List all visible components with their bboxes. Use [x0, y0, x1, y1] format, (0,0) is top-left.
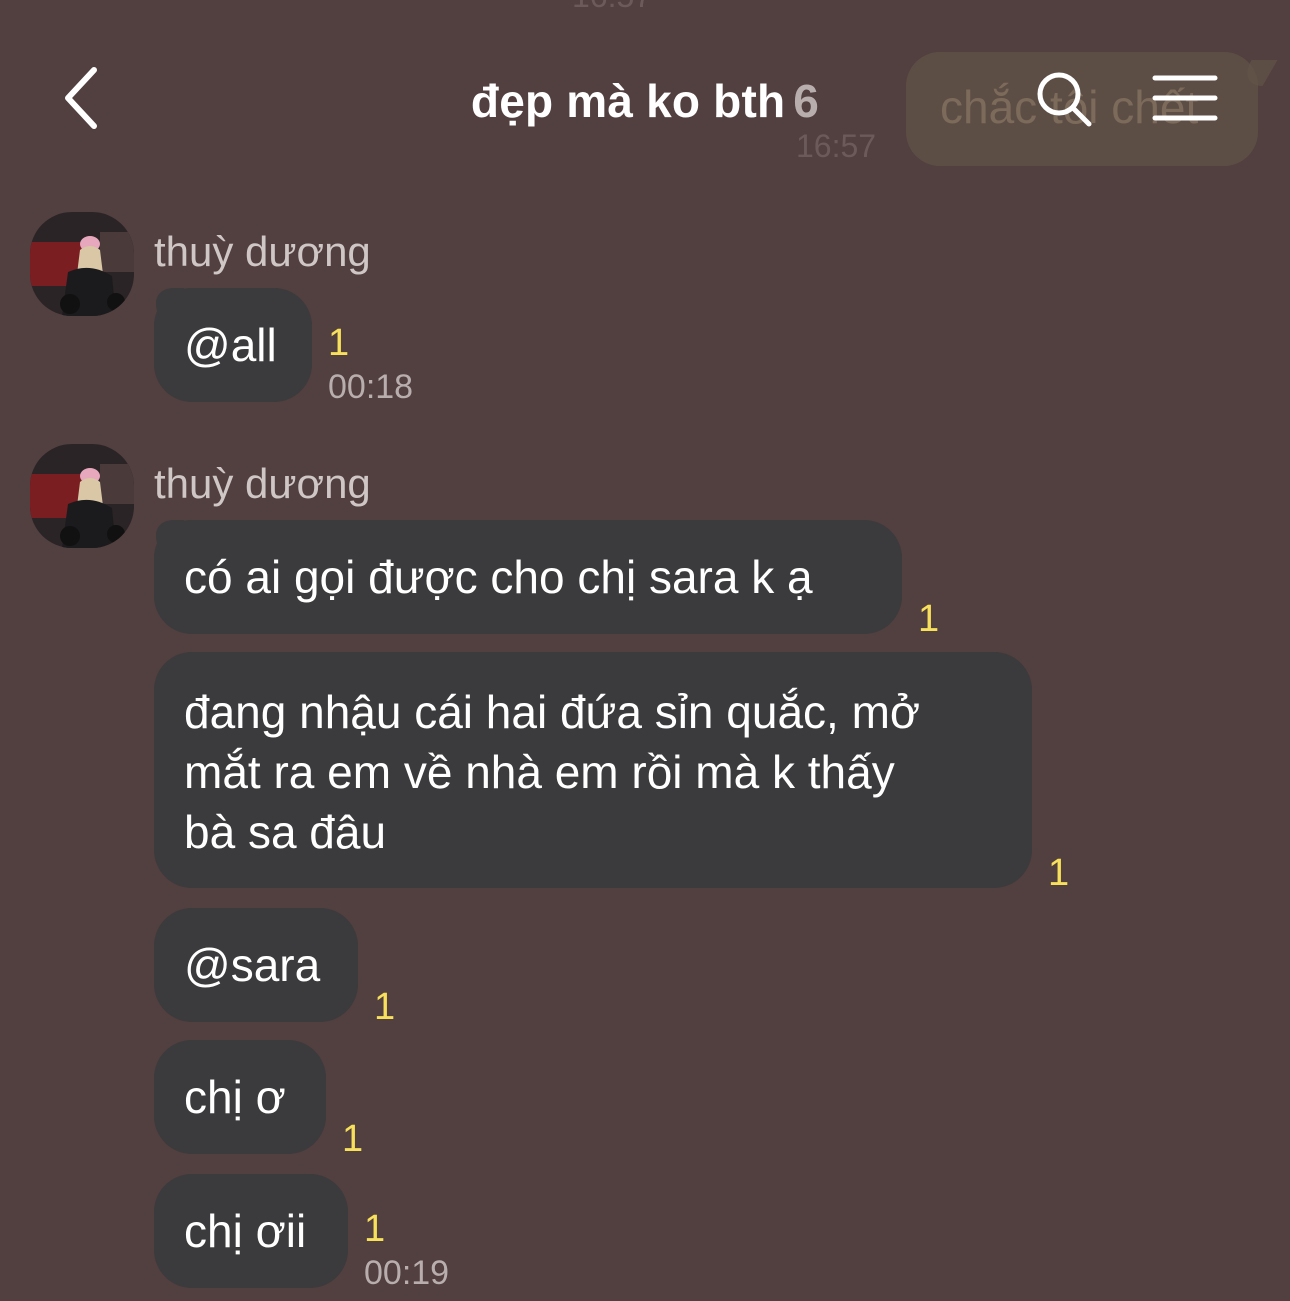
avatar-photo	[30, 212, 134, 316]
search-icon	[1037, 72, 1092, 127]
menu-button[interactable]	[1152, 74, 1218, 124]
hamburger-menu-icon	[1152, 75, 1218, 121]
message-time: 00:18	[328, 368, 414, 406]
sender-avatar[interactable]	[30, 212, 134, 316]
sender-name: thuỳ dương	[154, 228, 371, 275]
chat-title-text: đẹp mà ko bth	[470, 75, 786, 127]
unread-count: 1	[364, 1208, 386, 1250]
avatar-photo	[30, 444, 134, 548]
message-bubble[interactable]: chị ơii	[154, 1174, 348, 1288]
unread-count: 1	[1048, 852, 1070, 894]
sender-name: thuỳ dương	[154, 460, 371, 507]
message-text: @all	[184, 319, 277, 371]
sender-avatar[interactable]	[30, 444, 134, 548]
message-bubble[interactable]: @sara	[154, 908, 358, 1022]
unread-count: 1	[328, 322, 350, 364]
search-button[interactable]	[1034, 70, 1094, 130]
unread-count: 1	[918, 598, 940, 640]
message-text: có ai gọi được cho chị sara k ạ	[184, 551, 813, 603]
chat-header: đẹp mà ko bth 6	[0, 0, 1290, 190]
member-count: 6	[793, 75, 820, 127]
message-text: chị ơii	[184, 1205, 307, 1257]
message-bubble[interactable]: có ai gọi được cho chị sara k ạ	[154, 520, 902, 634]
message-bubble[interactable]: @all	[154, 288, 312, 402]
message-bubble[interactable]: chị ơ	[154, 1040, 326, 1154]
message-text: đang nhậu cái hai đứa sỉn quắc, mở mắt r…	[184, 686, 921, 858]
message-time: 00:19	[364, 1254, 450, 1292]
message-text: chị ơ	[184, 1071, 286, 1123]
unread-count: 1	[374, 986, 396, 1028]
unread-count: 1	[342, 1118, 364, 1160]
chat-title: đẹp mà ko bth 6	[0, 74, 1290, 128]
message-text: @sara	[184, 939, 321, 991]
chat-screen: 16:57 chắc tôi chết 16:57 đẹp mà ko bth6	[0, 0, 1290, 1301]
message-bubble[interactable]: đang nhậu cái hai đứa sỉn quắc, mở mắt r…	[154, 652, 1032, 888]
